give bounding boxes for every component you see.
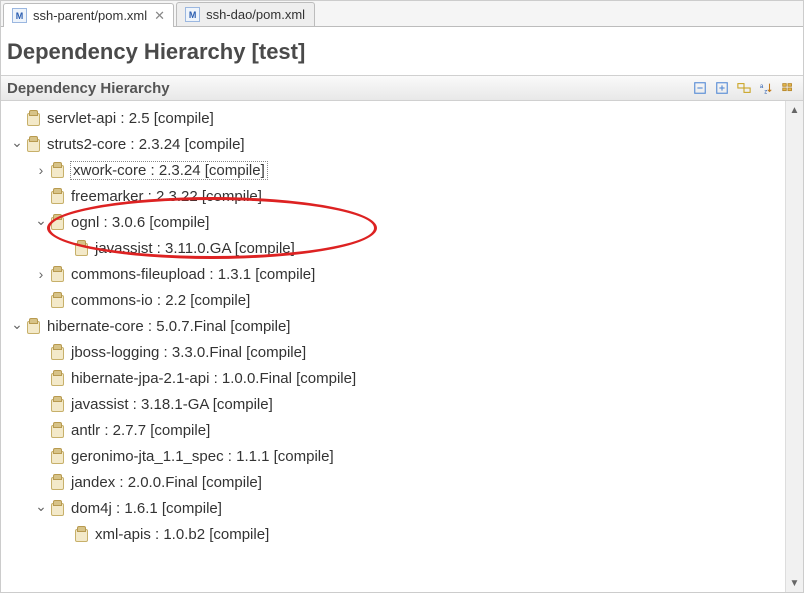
tree-row[interactable]: › xwork-core : 2.3.24 [compile] [5, 157, 785, 183]
collapse-icon[interactable]: ⌄ [33, 212, 49, 229]
dependency-label: antlr : 2.7.7 [compile] [70, 422, 211, 439]
jar-icon [49, 266, 64, 282]
jar-icon [49, 500, 64, 516]
dependency-label: jandex : 2.0.0.Final [compile] [70, 474, 263, 491]
link-editor-button[interactable] [735, 79, 753, 97]
tree-row[interactable]: ⌄ dom4j : 1.6.1 [compile] [5, 495, 785, 521]
close-icon[interactable]: ✕ [154, 8, 165, 24]
dependency-label: hibernate-core : 5.0.7.Final [compile] [46, 318, 291, 335]
tree-row[interactable]: freemarker : 2.3.22 [compile] [5, 183, 785, 209]
tree-row[interactable]: ⌄ struts2-core : 2.3.24 [compile] [5, 131, 785, 157]
tree-row[interactable]: xml-apis : 1.0.b2 [compile] [5, 521, 785, 547]
jar-icon [49, 448, 64, 464]
jar-icon [49, 370, 64, 386]
jar-icon [49, 214, 64, 230]
jar-icon [73, 526, 88, 542]
jar-icon [25, 136, 40, 152]
jar-icon [49, 344, 64, 360]
dependency-label: hibernate-jpa-2.1-api : 1.0.0.Final [com… [70, 370, 357, 387]
panel-header: Dependency Hierarchy az [1, 75, 803, 101]
dependency-label: jboss-logging : 3.3.0.Final [compile] [70, 344, 307, 361]
expand-all-button[interactable] [713, 79, 731, 97]
tree-row[interactable]: ⌄ ognl : 3.0.6 [compile] [5, 209, 785, 235]
jar-icon [49, 474, 64, 490]
dependency-label: servlet-api : 2.5 [compile] [46, 110, 215, 127]
jar-icon [49, 396, 64, 412]
jar-icon [73, 240, 88, 256]
tree-row[interactable]: jandex : 2.0.0.Final [compile] [5, 469, 785, 495]
tree-row[interactable]: antlr : 2.7.7 [compile] [5, 417, 785, 443]
svg-text:a: a [760, 83, 764, 90]
dependency-label: ognl : 3.0.6 [compile] [70, 214, 210, 231]
collapse-all-button[interactable] [691, 79, 709, 97]
dependency-label: commons-fileupload : 1.3.1 [compile] [70, 266, 316, 283]
scroll-up-arrow[interactable]: ▲ [786, 101, 803, 119]
collapse-icon[interactable]: ⌄ [9, 134, 25, 151]
tree-row[interactable]: ⌄ hibernate-core : 5.0.7.Final [compile] [5, 313, 785, 339]
dependency-label: javassist : 3.18.1-GA [compile] [70, 396, 274, 413]
page-title: Dependency Hierarchy [test] [1, 27, 803, 75]
dependency-label: struts2-core : 2.3.24 [compile] [46, 136, 246, 153]
collapse-icon[interactable]: ⌄ [33, 498, 49, 515]
dependency-label: dom4j : 1.6.1 [compile] [70, 500, 223, 517]
tab-label: ssh-parent/pom.xml [32, 8, 148, 23]
dependency-label: javassist : 3.11.0.GA [compile] [94, 240, 296, 257]
scroll-down-arrow[interactable]: ▼ [786, 574, 803, 592]
tree-row[interactable]: javassist : 3.11.0.GA [compile] [5, 235, 785, 261]
jar-icon [25, 110, 40, 126]
vertical-scrollbar[interactable]: ▲ ▼ [785, 101, 803, 592]
expand-icon[interactable]: › [33, 162, 49, 178]
jar-icon [49, 162, 64, 178]
dependency-tree[interactable]: servlet-api : 2.5 [compile] ⌄ struts2-core… [1, 101, 785, 592]
maven-file-icon [185, 7, 200, 22]
dependency-label: commons-io : 2.2 [compile] [70, 292, 251, 309]
tree-row[interactable]: geronimo-jta_1.1_spec : 1.1.1 [compile] [5, 443, 785, 469]
tab-ssh-parent-pom[interactable]: ssh-parent/pom.xml ✕ [3, 3, 174, 27]
editor-tabbar: ssh-parent/pom.xml ✕ ssh-dao/pom.xml [1, 1, 803, 27]
tab-ssh-dao-pom[interactable]: ssh-dao/pom.xml [176, 2, 315, 26]
dependency-label: geronimo-jta_1.1_spec : 1.1.1 [compile] [70, 448, 335, 465]
jar-icon [49, 292, 64, 308]
jar-icon [25, 318, 40, 334]
panel-toolbar: az [691, 79, 797, 97]
tree-row[interactable]: hibernate-jpa-2.1-api : 1.0.0.Final [com… [5, 365, 785, 391]
tree-row[interactable]: javassist : 3.18.1-GA [compile] [5, 391, 785, 417]
tree-row[interactable]: commons-io : 2.2 [compile] [5, 287, 785, 313]
panel-title: Dependency Hierarchy [7, 80, 170, 97]
dependency-label: xml-apis : 1.0.b2 [compile] [94, 526, 270, 543]
filter-button[interactable] [779, 79, 797, 97]
tree-container: servlet-api : 2.5 [compile] ⌄ struts2-core… [1, 101, 803, 592]
tab-label: ssh-dao/pom.xml [205, 7, 306, 22]
tree-row[interactable]: jboss-logging : 3.3.0.Final [compile] [5, 339, 785, 365]
collapse-icon[interactable]: ⌄ [9, 316, 25, 333]
svg-text:z: z [764, 88, 767, 95]
jar-icon [49, 188, 64, 204]
dependency-label: xwork-core : 2.3.24 [compile] [70, 161, 268, 180]
maven-file-icon [12, 8, 27, 23]
jar-icon [49, 422, 64, 438]
tree-row[interactable]: servlet-api : 2.5 [compile] [5, 105, 785, 131]
sort-button[interactable]: az [757, 79, 775, 97]
dependency-label: freemarker : 2.3.22 [compile] [70, 188, 263, 205]
tree-row[interactable]: › commons-fileupload : 1.3.1 [compile] [5, 261, 785, 287]
expand-icon[interactable]: › [33, 266, 49, 282]
